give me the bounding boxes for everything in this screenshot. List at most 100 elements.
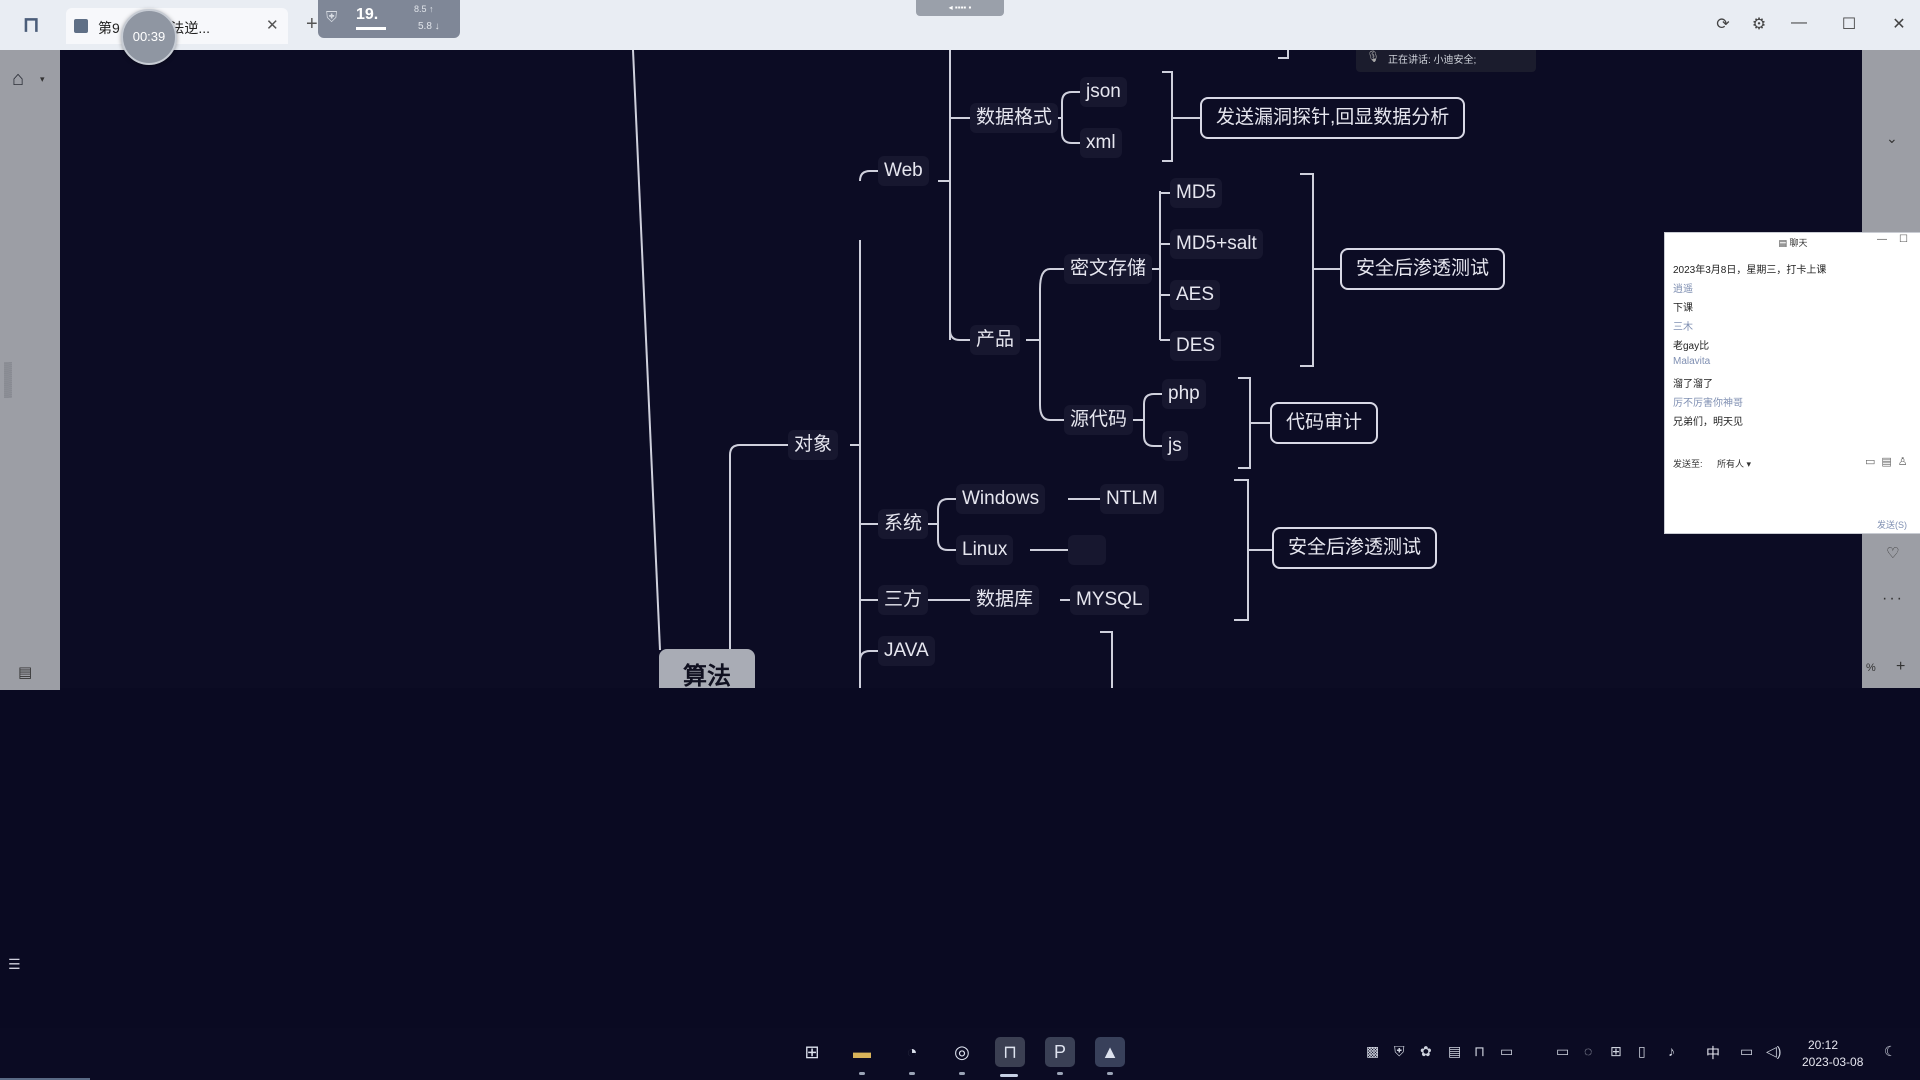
chat-maximize-button[interactable]: ☐ <box>1899 234 1908 245</box>
minimize-button[interactable]: — <box>1788 14 1810 32</box>
tray-shield-icon[interactable]: ⛨ <box>1394 1043 1405 1060</box>
app-logo-icon[interactable]: ⊓ <box>18 12 44 38</box>
home-icon[interactable]: ⌂ <box>12 68 24 91</box>
clock-date[interactable]: 2023-03-08 <box>1802 1055 1863 1069</box>
tray-wechat-icon[interactable]: ◌ <box>1584 1043 1592 1059</box>
bracket-line <box>1100 631 1113 688</box>
outline-icon[interactable]: ▤ <box>18 663 32 681</box>
input-method-indicator[interactable]: 中 <box>1706 1043 1720 1063</box>
node-java[interactable]: JAVA <box>878 636 935 666</box>
node-object[interactable]: 对象 <box>788 430 839 460</box>
node-post-pentest-2[interactable]: 安全后渗透测试 <box>1272 527 1438 569</box>
tray-app-icon[interactable]: ▩ <box>1366 1043 1379 1060</box>
network-speed-value: 19. <box>356 6 379 23</box>
bracket-line <box>1238 377 1251 469</box>
node-md5-salt[interactable]: MD5+salt <box>1170 229 1263 259</box>
edge-browser-icon[interactable]: ◔ <box>897 1037 927 1067</box>
running-indicator <box>909 1072 915 1075</box>
chat-minimize-button[interactable]: — <box>1877 234 1887 245</box>
node-xml[interactable]: xml <box>1080 128 1122 158</box>
chat-tools[interactable]: ▭▤♙ <box>1865 455 1914 468</box>
speaking-text: 正在讲话: 小迪安全; <box>1388 55 1477 66</box>
document-icon <box>74 19 88 33</box>
connector-line <box>1061 91 1080 103</box>
style-icon[interactable]: ♡ <box>1886 544 1899 562</box>
node-probe-analysis[interactable]: 发送漏洞探针,回显数据分析 <box>1200 97 1466 139</box>
node-md5[interactable]: MD5 <box>1170 178 1223 208</box>
microphone-icon[interactable]: ♪ <box>1668 1043 1675 1059</box>
node-data-format[interactable]: 数据格式 <box>970 103 1059 133</box>
tray-app-icon[interactable]: ▤ <box>1448 1043 1461 1060</box>
speaking-indicator: 🎙 正在讲话: 小迪安全; <box>1356 50 1536 72</box>
node-aes[interactable]: AES <box>1170 280 1221 310</box>
chat-message-text: 溜了溜了 <box>1673 379 1713 390</box>
node-code-audit[interactable]: 代码审计 <box>1270 402 1379 444</box>
node-third-party[interactable]: 三方 <box>878 585 929 615</box>
document-tab[interactable]: 第9 入门·算法逆... ✕ <box>66 8 288 44</box>
node-linux-empty[interactable] <box>1068 535 1106 565</box>
settings-gear-icon[interactable]: ⚙ <box>1748 14 1770 34</box>
photo-viewer-icon[interactable]: ▲ <box>1095 1037 1125 1067</box>
node-database[interactable]: 数据库 <box>970 585 1040 615</box>
chat-sender-name: 厉不厉害你神哥 <box>1673 398 1743 409</box>
notification-moon-icon[interactable]: ☾ <box>1884 1043 1897 1060</box>
send-to-select[interactable]: 所有人 ▾ <box>1717 457 1751 470</box>
clock-time[interactable]: 20:12 <box>1808 1038 1838 1052</box>
send-button[interactable]: 发送(S) <box>1877 518 1907 531</box>
root-node-algorithm[interactable]: 算法 <box>659 649 755 688</box>
running-indicator <box>1107 1072 1113 1075</box>
chevron-down-icon[interactable]: ▾ <box>40 74 45 85</box>
node-js[interactable]: js <box>1162 431 1188 461</box>
node-product[interactable]: 产品 <box>970 325 1021 355</box>
node-system[interactable]: 系统 <box>878 509 929 539</box>
node-json[interactable]: json <box>1080 77 1127 107</box>
network-icon[interactable]: ▭ <box>1740 1043 1753 1060</box>
active-app-indicator <box>1000 1074 1018 1077</box>
connector-line <box>859 650 878 662</box>
node-source-code[interactable]: 源代码 <box>1064 405 1134 435</box>
connector-line <box>695 444 788 681</box>
chat-message-text: 下课 <box>1673 303 1693 314</box>
tab-close-button[interactable]: ✕ <box>266 16 279 34</box>
node-web[interactable]: Web <box>878 156 929 186</box>
node-linux[interactable]: Linux <box>956 535 1014 565</box>
node-mysql[interactable]: MYSQL <box>1070 585 1149 615</box>
tray-monitor-icon[interactable]: ▭ <box>1500 1043 1513 1060</box>
chevron-down-icon[interactable]: ⌄ <box>1886 130 1898 147</box>
connector-line <box>1143 404 1162 447</box>
more-icon[interactable]: ··· <box>1882 590 1904 608</box>
running-indicator <box>1057 1072 1063 1075</box>
connector-line <box>1061 102 1080 144</box>
tray-app-icon[interactable]: ⊓ <box>1474 1043 1485 1060</box>
chrome-browser-icon[interactable]: ◎ <box>947 1037 977 1067</box>
zoom-in-icon[interactable]: + <box>1896 658 1905 676</box>
tray-display-icon[interactable]: ▭ <box>1556 1043 1569 1060</box>
tray-gear-icon[interactable]: ✿ <box>1420 1043 1432 1060</box>
windows-start-icon[interactable]: ⊞ <box>797 1037 827 1067</box>
file-explorer-icon[interactable]: ▬ <box>847 1037 877 1067</box>
meeting-app-icon[interactable]: ⊓ <box>995 1037 1025 1067</box>
zoom-level-icon: % <box>1866 662 1876 674</box>
network-speed-widget: ⛨ 19. 8.5 ↑ 5.8 ↓ <box>318 0 460 38</box>
screen-share-indicator[interactable]: ◂ ▪▪▪▪ ▪ <box>916 0 1004 16</box>
node-cipher-storage[interactable]: 密文存储 <box>1064 254 1153 284</box>
recording-timer[interactable]: 00:39 <box>121 9 177 65</box>
node-des[interactable]: DES <box>1170 331 1222 361</box>
node-post-pentest-1[interactable]: 安全后渗透测试 <box>1340 248 1506 290</box>
volume-icon[interactable]: ◁) <box>1766 1043 1781 1060</box>
mindmap-canvas[interactable]: 🎙 正在讲话: 小迪安全; 算法 对象 Web 数据格式 json xml 发送… <box>60 50 1862 688</box>
node-ntlm[interactable]: NTLM <box>1100 484 1164 514</box>
new-tab-button[interactable]: + <box>306 14 318 34</box>
maximize-button[interactable]: ☐ <box>1838 14 1860 34</box>
node-php[interactable]: php <box>1162 379 1206 409</box>
close-button[interactable]: ✕ <box>1888 14 1910 34</box>
presenter-app-icon[interactable]: P <box>1045 1037 1075 1067</box>
tray-windows-icon[interactable]: ⊞ <box>1610 1043 1622 1060</box>
list-icon[interactable]: ☰ <box>8 956 21 973</box>
usb-icon[interactable]: ▯ <box>1638 1043 1646 1060</box>
bracket-line <box>1234 479 1249 621</box>
sync-icon[interactable]: ⟳ <box>1712 14 1734 34</box>
connector-line <box>937 510 956 551</box>
node-windows[interactable]: Windows <box>956 484 1046 514</box>
chat-sender-name: Malavita <box>1673 356 1711 367</box>
